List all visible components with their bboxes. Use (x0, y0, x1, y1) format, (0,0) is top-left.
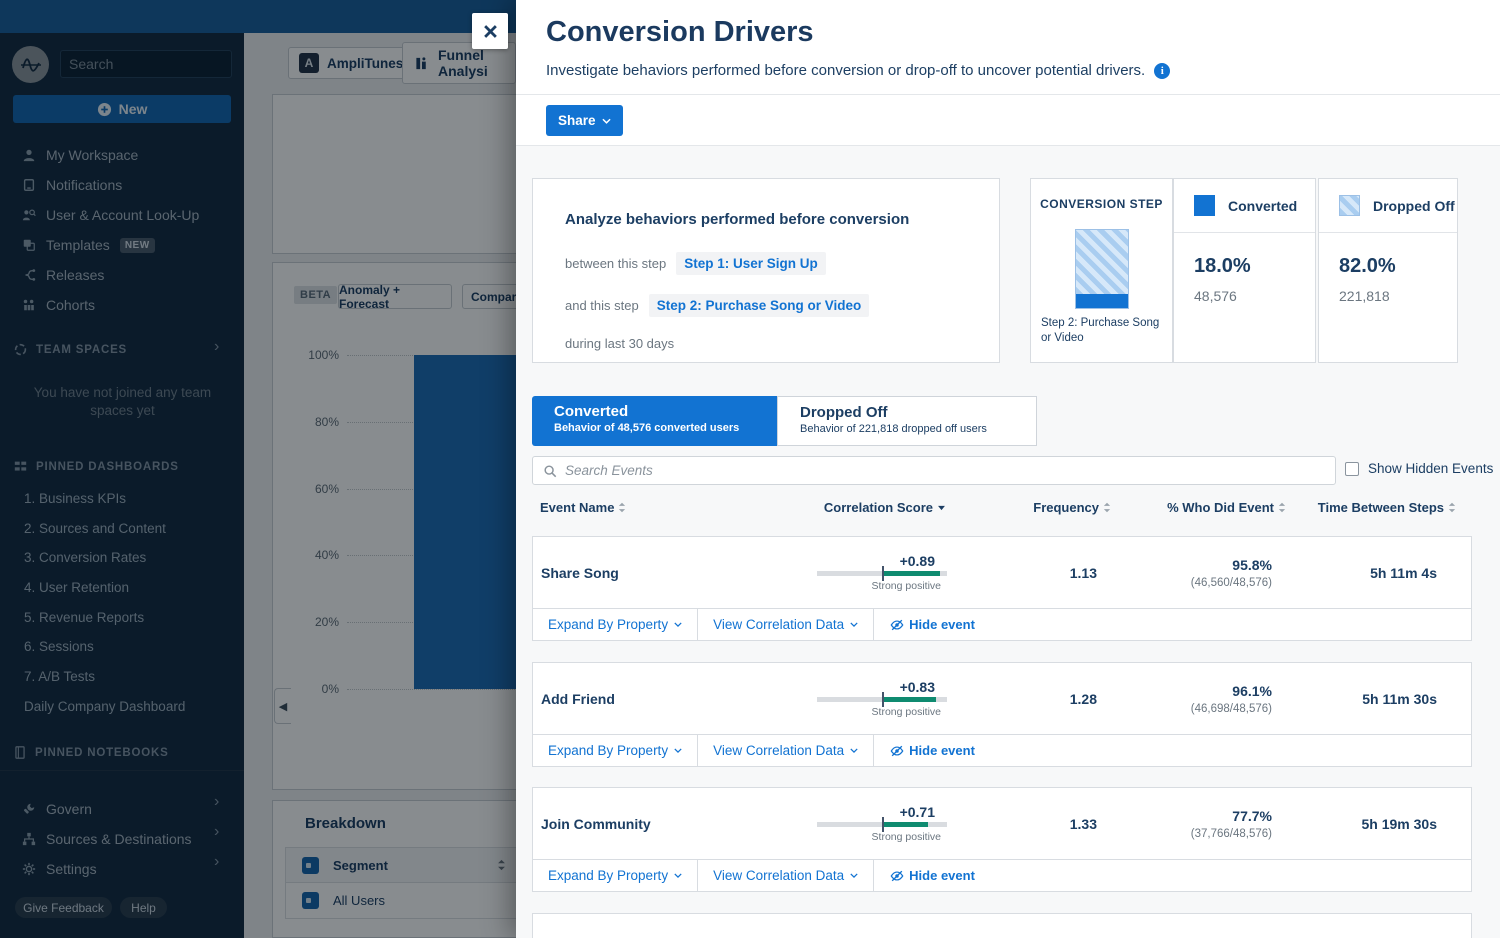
chevron-down-icon (674, 748, 682, 753)
conversion-drivers-panel: Conversion Drivers Investigate behaviors… (516, 0, 1500, 938)
sort-icon (618, 502, 626, 513)
checkbox-icon[interactable] (1345, 462, 1359, 476)
converted-swatch-icon (1194, 195, 1215, 216)
event-name: Share Song (533, 565, 783, 581)
tab-converted[interactable]: Converted Behavior of 48,576 converted u… (532, 396, 777, 446)
chevron-down-icon (850, 748, 858, 753)
converted-pct: 18.0% (1194, 255, 1315, 278)
setup-heading: Analyze behaviors performed before conve… (565, 211, 967, 228)
close-panel-button[interactable] (472, 13, 508, 49)
converted-summary-box: Converted 18.0% 48,576 (1173, 178, 1316, 363)
dropped-label: Dropped Off (1373, 198, 1455, 214)
chevron-down-icon (674, 873, 682, 878)
correlation-bar (817, 697, 947, 702)
hide-event-button[interactable]: Hide event (874, 860, 991, 891)
column-who-did-event[interactable]: % Who Did Event (1111, 500, 1286, 515)
dropped-summary-box: Dropped Off 82.0% 221,818 (1318, 178, 1458, 363)
sort-icon (1103, 502, 1111, 513)
time-between-steps-value: 5h 19m 30s (1287, 816, 1471, 832)
converted-label: Converted (1228, 198, 1297, 214)
frequency-value: 1.13 (947, 565, 1112, 581)
who-did-event-value: 95.8% (46,560/48,576) (1112, 557, 1287, 589)
expand-by-property-button[interactable]: Expand By Property (533, 609, 698, 640)
dropped-pct: 82.0% (1339, 255, 1457, 278)
frequency-value: 1.33 (947, 816, 1112, 832)
converted-fill (1076, 294, 1128, 308)
time-between-steps-value: 5h 11m 4s (1287, 565, 1471, 581)
analysis-setup-card: Analyze behaviors performed before conve… (532, 178, 1000, 363)
event-row-next (532, 913, 1472, 938)
converted-count: 48,576 (1194, 288, 1315, 304)
conversion-step-label: Step 2: Purchase Song or Video (1041, 316, 1167, 346)
close-icon (483, 24, 498, 39)
chevron-down-icon (850, 622, 858, 627)
correlation-bar (817, 571, 947, 576)
event-name: Add Friend (533, 691, 783, 707)
dropped-swatch-icon (1339, 195, 1360, 216)
view-correlation-data-button[interactable]: View Correlation Data (698, 609, 874, 640)
correlation-score: +0.71 Strong positive (817, 804, 947, 843)
correlation-score: +0.83 Strong positive (817, 679, 947, 718)
events-table-header: Event Name Correlation Score Frequency %… (532, 500, 1472, 515)
dropped-count: 221,818 (1339, 288, 1457, 304)
tab-dropped-off[interactable]: Dropped Off Behavior of 221,818 dropped … (777, 396, 1037, 446)
eye-off-icon (890, 744, 904, 758)
info-icon[interactable]: i (1154, 63, 1170, 79)
conversion-step-box: CONVERSION STEP Step 2: Purchase Song or… (1030, 178, 1173, 363)
events-search-input[interactable] (565, 463, 1325, 478)
frequency-value: 1.28 (947, 691, 1112, 707)
correlation-score: +0.89 Strong positive (817, 553, 947, 592)
chevron-down-icon (602, 118, 611, 124)
view-correlation-data-button[interactable]: View Correlation Data (698, 735, 874, 766)
chevron-down-icon (674, 622, 682, 627)
who-did-event-value: 96.1% (46,698/48,576) (1112, 683, 1287, 715)
step1-selector[interactable]: Step 1: User Sign Up (676, 252, 826, 275)
sort-desc-icon (937, 505, 946, 511)
page-subtitle: Investigate behaviors performed before c… (546, 62, 1170, 79)
expand-by-property-button[interactable]: Expand By Property (533, 860, 698, 891)
chevron-down-icon (850, 873, 858, 878)
who-did-event-value: 77.7% (37,766/48,576) (1112, 808, 1287, 840)
panel-header: Conversion Drivers Investigate behaviors… (516, 0, 1500, 95)
conversion-step-header: CONVERSION STEP (1031, 197, 1172, 211)
toolbar-row: Share (516, 95, 1500, 146)
event-row-add-friend: Add Friend +0.83 Strong positive 1.28 96… (532, 662, 1472, 767)
eye-off-icon (890, 869, 904, 883)
modal-dim-overlay[interactable] (0, 0, 516, 938)
column-event-name[interactable]: Event Name (532, 500, 782, 515)
event-name: Join Community (533, 816, 783, 832)
time-between-steps-value: 5h 11m 30s (1287, 691, 1471, 707)
sort-icon (1278, 502, 1286, 513)
hide-event-button[interactable]: Hide event (874, 735, 991, 766)
hide-event-button[interactable]: Hide event (874, 609, 991, 640)
show-hidden-events-toggle[interactable]: Show Hidden Events (1345, 461, 1493, 476)
expand-by-property-button[interactable]: Expand By Property (533, 735, 698, 766)
events-search[interactable] (532, 456, 1336, 485)
and-step-label: and this step (565, 298, 639, 313)
eye-off-icon (890, 618, 904, 632)
sort-icon (1448, 502, 1456, 513)
event-row-share-song: Share Song +0.89 Strong positive 1.13 95… (532, 536, 1472, 641)
conversion-step-bar (1075, 229, 1129, 309)
search-icon (543, 464, 557, 478)
event-row-join-community: Join Community +0.71 Strong positive 1.3… (532, 787, 1472, 892)
view-correlation-data-button[interactable]: View Correlation Data (698, 860, 874, 891)
column-frequency[interactable]: Frequency (946, 500, 1111, 515)
during-label: during last 30 days (565, 336, 674, 351)
column-correlation-score[interactable]: Correlation Score (782, 500, 946, 515)
step2-selector[interactable]: Step 2: Purchase Song or Video (649, 294, 870, 317)
correlation-bar (817, 822, 947, 827)
between-step-label: between this step (565, 256, 666, 271)
page-title: Conversion Drivers (546, 16, 814, 49)
share-button[interactable]: Share (546, 105, 623, 136)
column-time-between-steps[interactable]: Time Between Steps (1286, 500, 1472, 515)
